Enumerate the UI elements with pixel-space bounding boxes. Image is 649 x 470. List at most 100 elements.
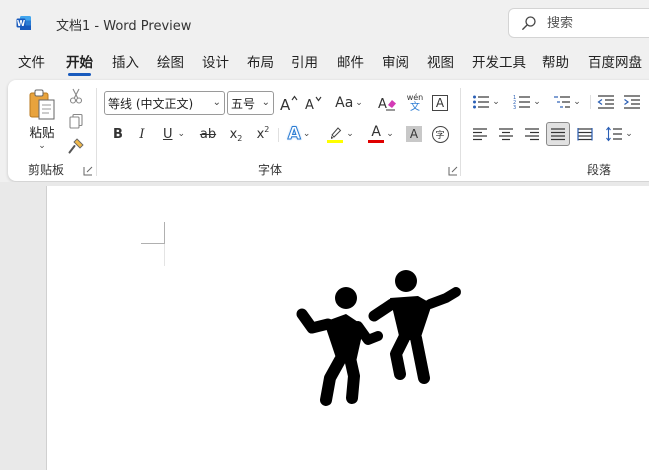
search-box[interactable]	[508, 8, 649, 38]
bullets-button[interactable]: ⌄	[469, 91, 503, 113]
chevron-down-icon: ⌄	[573, 97, 581, 107]
margin-crop-mark	[141, 243, 164, 244]
distributed-button[interactable]	[574, 123, 596, 145]
chevron-down-icon: ⌄	[346, 129, 354, 139]
character-shading-button[interactable]: A	[403, 123, 425, 145]
search-input[interactable]	[547, 15, 647, 31]
tab-file[interactable]: 文件	[18, 50, 45, 76]
font-name-value: 等线 (中文正文)	[108, 96, 194, 111]
tab-developer[interactable]: 开发工具	[472, 50, 526, 76]
clear-formatting-icon: A	[378, 97, 396, 112]
chevron-down-icon: ⌄	[38, 140, 46, 151]
character-border-button[interactable]: A	[428, 91, 452, 115]
numbered-list-icon: 1 2 3	[513, 95, 531, 110]
copy-icon	[69, 113, 83, 129]
tab-design[interactable]: 设计	[202, 50, 229, 76]
paste-button[interactable]: 粘贴 ⌄	[22, 86, 62, 152]
grow-font-icon: A	[280, 95, 298, 112]
font-color-button[interactable]: A ⌄	[363, 123, 399, 145]
text-effects-label: A	[287, 124, 301, 145]
enclose-characters-label: 字	[431, 125, 449, 143]
subscript-button[interactable]: x2	[225, 123, 247, 145]
shrink-font-button[interactable]: A	[303, 91, 325, 115]
chevron-down-icon: ⌄	[302, 129, 311, 139]
svg-text:W: W	[17, 19, 26, 28]
text-effects-button[interactable]: A ⌄	[282, 123, 316, 145]
paste-icon	[29, 89, 55, 119]
bullet-list-icon	[473, 95, 490, 109]
numbering-button[interactable]: 1 2 3 ⌄	[510, 91, 544, 113]
ribbon-home: 粘贴 ⌄ 剪贴板 等线 (中文正文) ⌄ 五号 ⌄ A A Aa ⌄ A wén…	[8, 80, 649, 181]
copy-button[interactable]	[66, 111, 86, 131]
superscript-label: x	[256, 126, 265, 142]
change-case-label: Aa	[335, 95, 354, 111]
align-left-button[interactable]	[469, 123, 491, 145]
multilevel-list-icon	[554, 96, 571, 108]
font-size-select[interactable]: 五号 ⌄	[227, 91, 274, 115]
font-dialog-launcher-icon[interactable]	[448, 166, 458, 176]
font-group-label: 字体	[258, 163, 283, 177]
text-cursor	[164, 244, 165, 266]
search-icon	[522, 16, 536, 30]
tab-review[interactable]: 审阅	[382, 50, 409, 76]
change-case-button[interactable]: Aa ⌄	[332, 91, 366, 115]
subscript-mark: 2	[237, 133, 243, 143]
font-color-swatch	[368, 140, 385, 143]
tab-insert[interactable]: 插入	[112, 50, 139, 76]
character-shading-label: A	[406, 126, 422, 142]
tab-help[interactable]: 帮助	[542, 50, 569, 76]
format-painter-button[interactable]	[66, 136, 86, 156]
bold-button[interactable]: B	[108, 123, 128, 145]
cut-button[interactable]	[66, 86, 86, 106]
increase-indent-icon	[624, 95, 640, 109]
align-center-button[interactable]	[495, 123, 517, 145]
chevron-down-icon: ⌄	[625, 129, 633, 139]
dancing-people-icon[interactable]	[288, 266, 464, 410]
enclose-characters-button[interactable]: 字	[428, 123, 452, 145]
chevron-down-icon: ⌄	[386, 129, 394, 139]
justify-button[interactable]	[546, 122, 570, 146]
multilevel-list-button[interactable]: ⌄	[550, 91, 584, 113]
tab-home[interactable]: 开始	[66, 50, 93, 76]
clear-formatting-button[interactable]: A	[375, 91, 399, 115]
strikethrough-button[interactable]: ab	[197, 123, 219, 145]
ribbon-separator	[278, 128, 279, 142]
distributed-icon	[577, 128, 593, 141]
svg-text:3: 3	[513, 105, 516, 110]
justify-icon	[551, 128, 565, 141]
highlight-color-button[interactable]: ⌄	[322, 123, 358, 145]
clipboard-group-label: 剪贴板	[28, 163, 65, 177]
ribbon-tabs: 文件 开始 插入 绘图 设计 布局 引用 邮件 审阅 视图 开发工具 帮助 百度…	[0, 50, 649, 78]
tab-baidu-netdisk[interactable]: 百度网盘	[588, 50, 642, 76]
tab-layout[interactable]: 布局	[247, 50, 274, 76]
align-right-icon	[525, 128, 539, 141]
tab-view[interactable]: 视图	[427, 50, 454, 76]
format-painter-icon	[68, 138, 84, 154]
character-border-label: A	[432, 95, 448, 111]
align-right-button[interactable]	[521, 123, 543, 145]
strikethrough-label: ab	[199, 126, 217, 142]
paste-label: 粘贴	[29, 124, 55, 140]
increase-indent-button[interactable]	[621, 91, 643, 113]
superscript-button[interactable]: x2	[252, 123, 274, 145]
svg-text:A: A	[305, 98, 314, 112]
svg-text:A: A	[378, 97, 387, 112]
font-color-label: A	[371, 124, 381, 140]
italic-label: I	[139, 126, 145, 142]
decrease-indent-button[interactable]	[595, 91, 617, 113]
chevron-down-icon: ⌄	[212, 97, 221, 108]
grow-font-button[interactable]: A	[278, 91, 300, 115]
line-spacing-button[interactable]: ⌄	[601, 123, 637, 145]
tab-references[interactable]: 引用	[291, 50, 318, 76]
underline-label: U	[162, 126, 173, 142]
decrease-indent-icon	[597, 95, 614, 109]
shrink-font-icon: A	[305, 96, 322, 112]
phonetic-guide-button[interactable]: wén 文	[403, 91, 427, 115]
clipboard-dialog-launcher-icon[interactable]	[83, 166, 93, 176]
window-title: 文档1 - Word Preview	[56, 19, 192, 34]
tab-draw[interactable]: 绘图	[157, 50, 184, 76]
italic-button[interactable]: I	[132, 123, 152, 145]
font-name-select[interactable]: 等线 (中文正文) ⌄	[104, 91, 225, 115]
underline-button[interactable]: U ⌄	[156, 123, 192, 145]
tab-mailings[interactable]: 邮件	[337, 50, 364, 76]
